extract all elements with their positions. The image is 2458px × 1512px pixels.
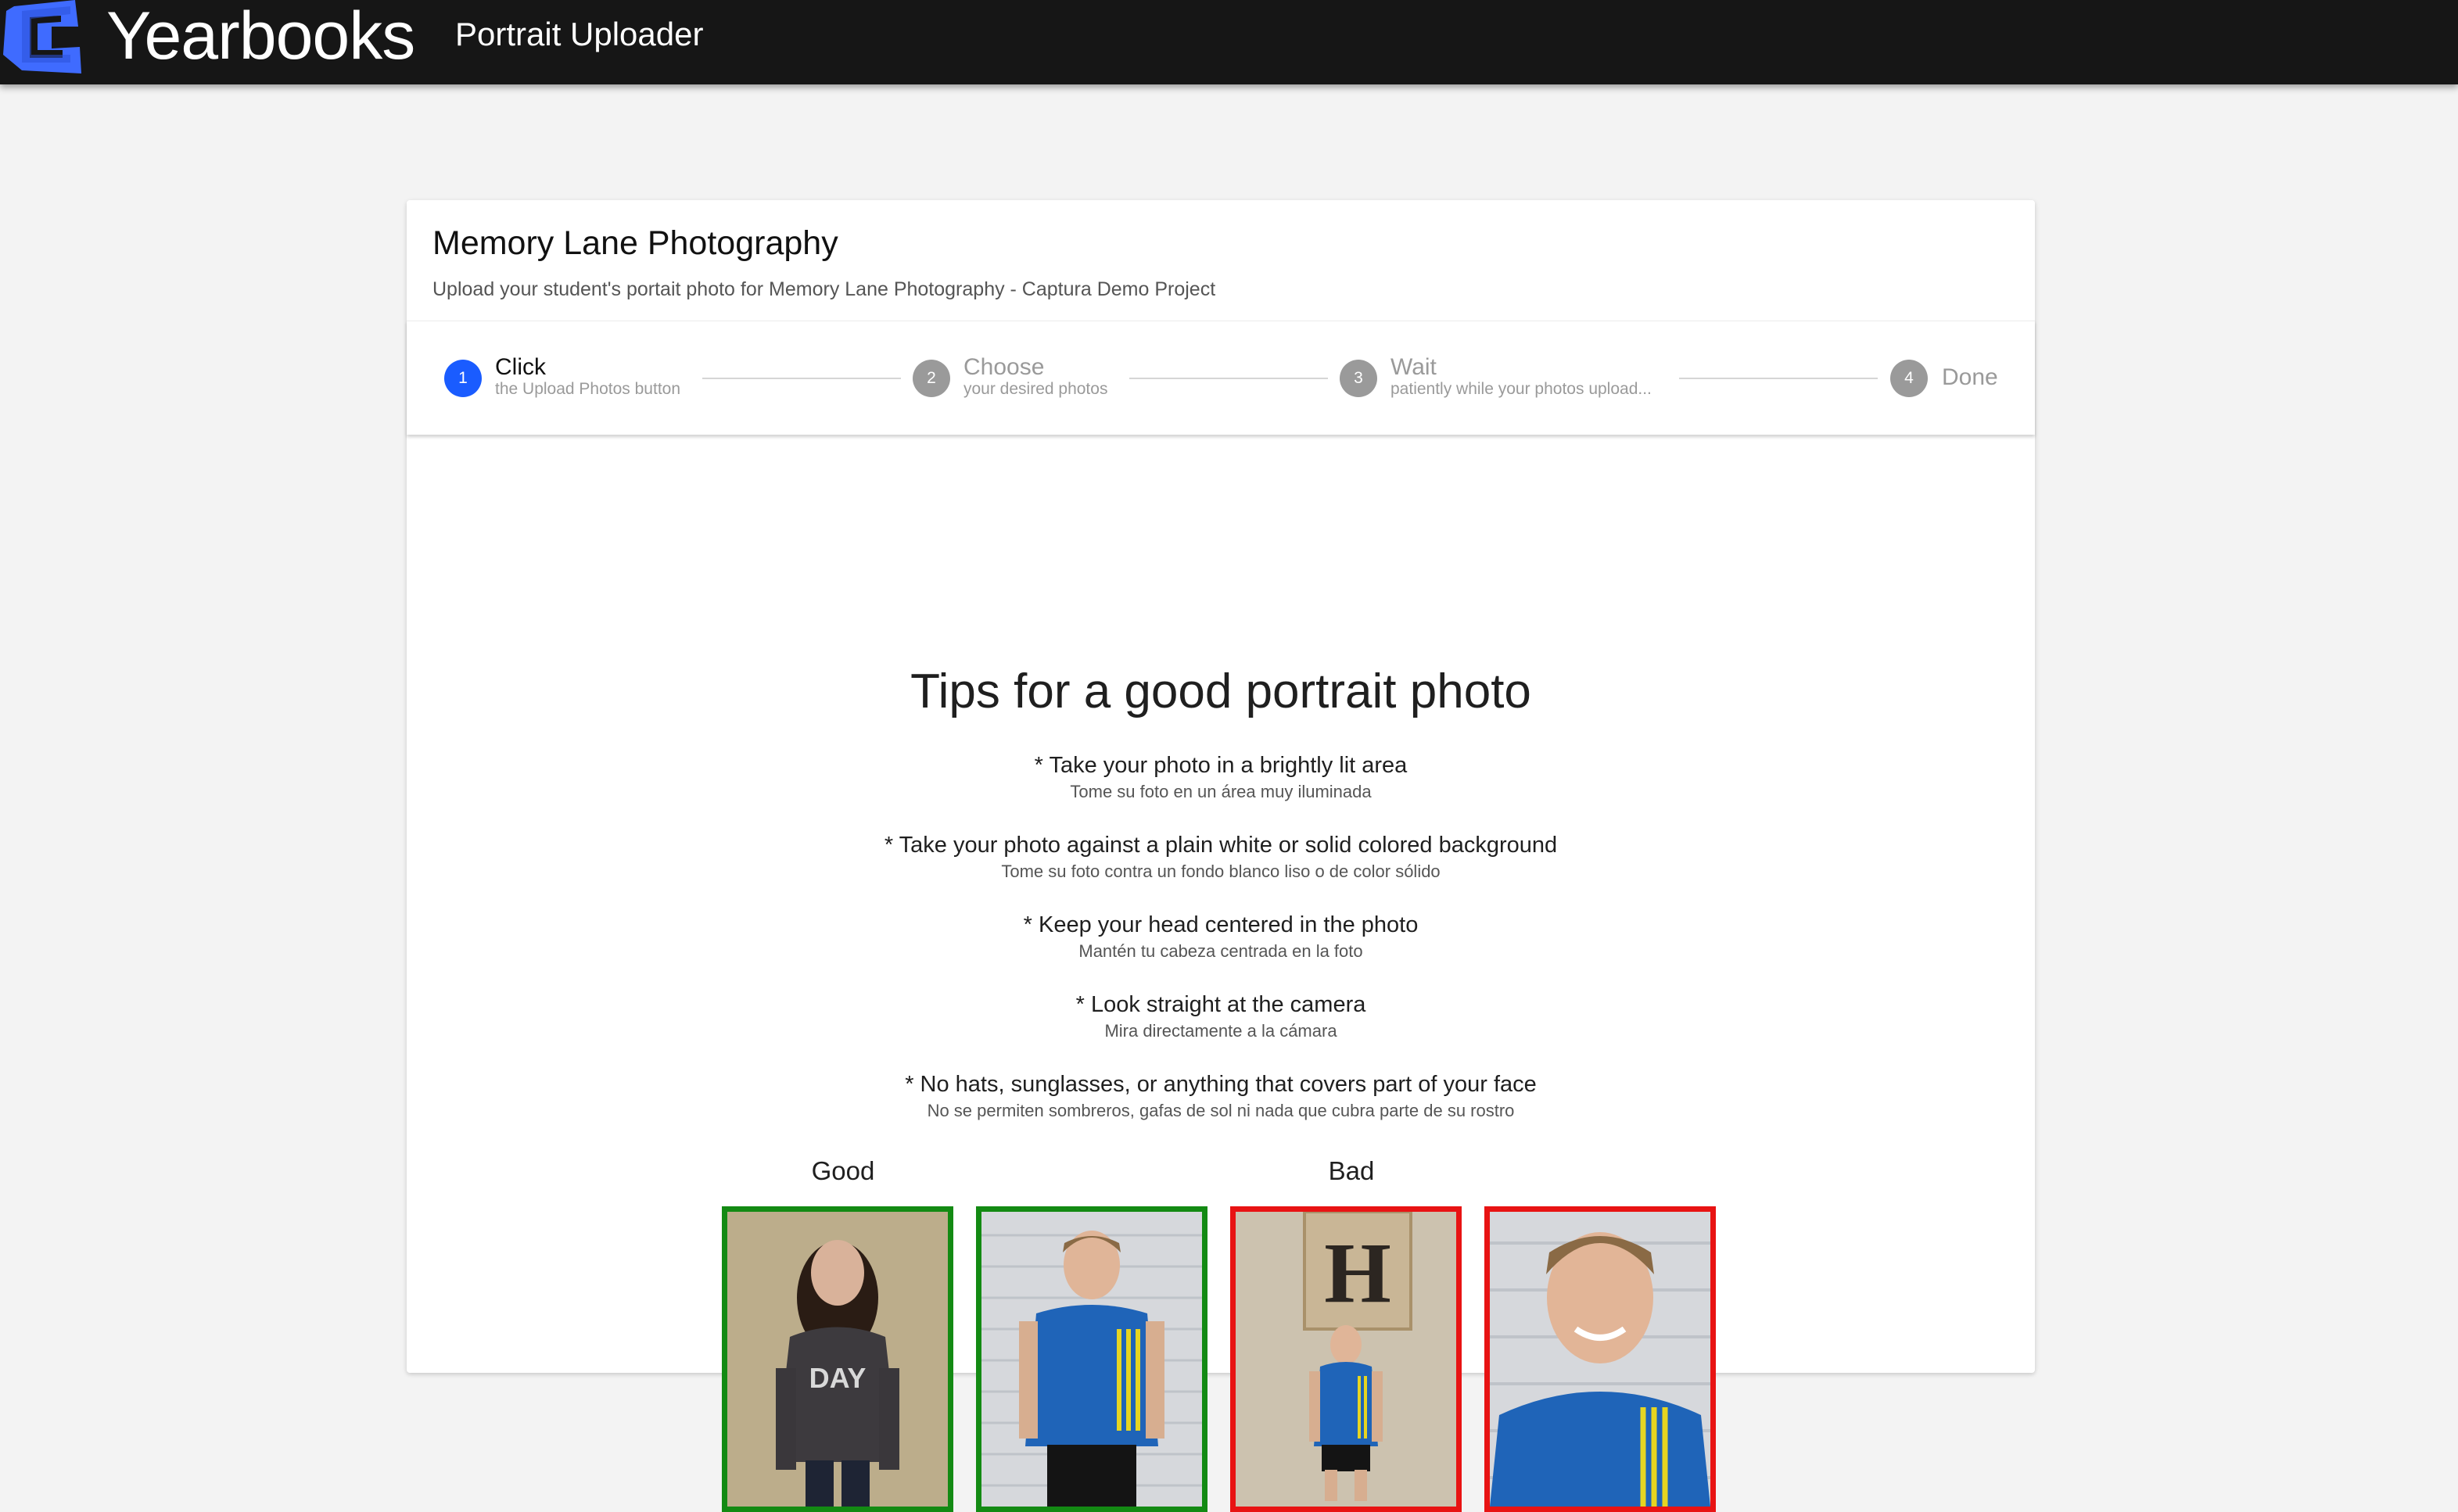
step-sub-3: patiently while your photos upload... [1390, 380, 1652, 398]
tip-spanish: Mantén tu cabeza centrada en la foto [1078, 941, 1363, 961]
step-label-3: Wait [1390, 354, 1437, 380]
step-number-3: 3 [1340, 360, 1377, 397]
tips-heading: Tips for a good portrait photo [910, 665, 1531, 718]
uploader-card: Memory Lane Photography Upload your stud… [407, 200, 2035, 1512]
step-sub-1: the Upload Photos button [495, 380, 681, 398]
brand-name[interactable]: Yearbooks [106, 0, 415, 73]
bad-example-photo: H [1230, 1206, 1462, 1512]
sign-letter: H [1324, 1225, 1391, 1320]
tip-spanish: Tome su foto contra un fondo blanco liso… [1001, 862, 1441, 881]
tip-item: * Take your photo in a brightly lit area… [407, 751, 2035, 804]
bad-example-photo [1484, 1206, 1716, 1512]
card-description: Upload your student's portait photo for … [432, 278, 1216, 300]
step-number-2: 2 [913, 360, 950, 397]
upload-stepper: 1 Click the Upload Photos button 2 Choos… [407, 321, 2035, 435]
tip-spanish: No se permiten sombreros, gafas de sol n… [927, 1101, 1515, 1120]
good-examples-label: Good [811, 1156, 875, 1185]
tip-spanish: Tome su foto en un área muy iluminada [1070, 782, 1372, 801]
tip-item: * Look straight at the camera Mira direc… [407, 990, 2035, 1043]
tip-item: * Keep your head centered in the photo M… [407, 910, 2035, 963]
tip-english: * Look straight at the camera [1075, 992, 1366, 1017]
card-title: Memory Lane Photography [432, 224, 838, 262]
step-label-2: Choose [963, 354, 1045, 380]
yearbooks-logo-icon[interactable] [3, 0, 84, 73]
tip-item: * No hats, sunglasses, or anything that … [407, 1070, 2035, 1123]
bad-examples-label: Bad [1328, 1156, 1375, 1185]
tip-item: * Take your photo against a plain white … [407, 830, 2035, 883]
step-connector [1129, 378, 1328, 379]
step-sub-2: your desired photos [963, 380, 1108, 398]
tip-english: * Keep your head centered in the photo [1023, 912, 1419, 937]
card-header: Memory Lane Photography Upload your stud… [407, 200, 2035, 321]
good-example-photo [976, 1206, 1207, 1512]
step-number-1: 1 [444, 360, 482, 397]
step-connector [702, 378, 901, 379]
app-subtitle: Portrait Uploader [455, 16, 704, 52]
step-number-4: 4 [1890, 360, 1928, 397]
tip-english: * Take your photo against a plain white … [884, 833, 1558, 858]
step-connector [1679, 378, 1878, 379]
step-label-1: Click [495, 354, 546, 380]
tip-english: * Take your photo in a brightly lit area [1034, 753, 1408, 778]
hoodie-graphic: DAY [809, 1362, 867, 1394]
tip-english: * No hats, sunglasses, or anything that … [905, 1072, 1537, 1097]
tip-spanish: Mira directamente a la cámara [1104, 1021, 1337, 1041]
good-example-photo: DAY [722, 1206, 953, 1512]
step-label-4: Done [1942, 364, 1998, 390]
app-bar: Yearbooks Portrait Uploader [0, 0, 2458, 84]
